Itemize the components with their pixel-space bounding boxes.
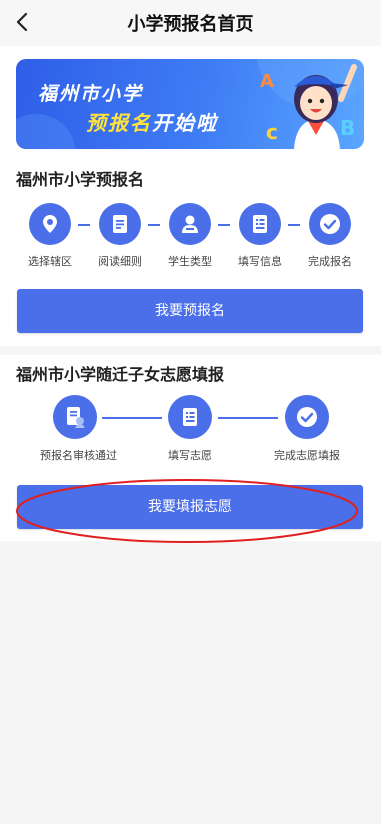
section-title-volunteer-application: 福州市小学随迁子女志愿填报 (16, 365, 225, 384)
annotation-highlight-ellipse (16, 479, 358, 543)
svg-text:c: c (266, 120, 278, 144)
step-label: 填写志愿 (168, 449, 212, 462)
banner-headline: 福州市小学 (38, 83, 144, 105)
form-icon (168, 395, 212, 439)
banner-subheadline: 预报名开始啦 (86, 107, 218, 136)
check-icon (309, 203, 351, 245)
promo-banner: 福州市小学 预报名开始啦 A c B (16, 59, 364, 149)
step-connector (218, 417, 278, 419)
check-icon (285, 395, 329, 439)
step-complete-volunteer: 完成志愿填报 (272, 395, 342, 463)
step-label: 填写信息 (238, 255, 282, 268)
step-student-type: 学生类型 (155, 203, 225, 269)
step-label: 预报名审核通过 (40, 449, 117, 462)
banner-rest-text: 开始啦 (152, 111, 218, 135)
page-title: 小学预报名首页 (127, 14, 254, 35)
step-connector (102, 417, 162, 419)
step-label: 完成报名 (308, 255, 352, 268)
step-fill-volunteer: 填写志愿 (155, 395, 225, 463)
step-label: 选择辖区 (28, 255, 72, 268)
review-icon (53, 395, 97, 439)
step-review-passed: 预报名审核通过 (40, 395, 117, 463)
top-nav-bar: 小学预报名首页 (0, 0, 381, 46)
pre-register-button[interactable]: 我要预报名 (17, 289, 363, 333)
step-label: 阅读细则 (98, 255, 142, 268)
student-illustration: A c B (260, 64, 357, 149)
student-icon (169, 203, 211, 245)
step-select-district: 选择辖区 (15, 203, 85, 269)
step-read-rules: 阅读细则 (85, 203, 155, 269)
banner-highlight-text: 预报名 (86, 111, 152, 135)
svg-text:A: A (260, 71, 274, 92)
pre-registration-card: 福州市小学 预报名开始啦 A c B 福州市小学预报名 选择辖区 阅读细则 学生… (0, 46, 381, 346)
step-label: 完成志愿填报 (274, 449, 340, 462)
form-icon (239, 203, 281, 245)
document-icon (99, 203, 141, 245)
step-complete-registration: 完成报名 (295, 203, 365, 269)
svg-text:B: B (340, 116, 355, 140)
location-pin-icon (29, 203, 71, 245)
section-title-pre-registration: 福州市小学预报名 (16, 170, 145, 189)
step-fill-info: 填写信息 (225, 203, 295, 269)
step-label: 学生类型 (168, 255, 212, 268)
